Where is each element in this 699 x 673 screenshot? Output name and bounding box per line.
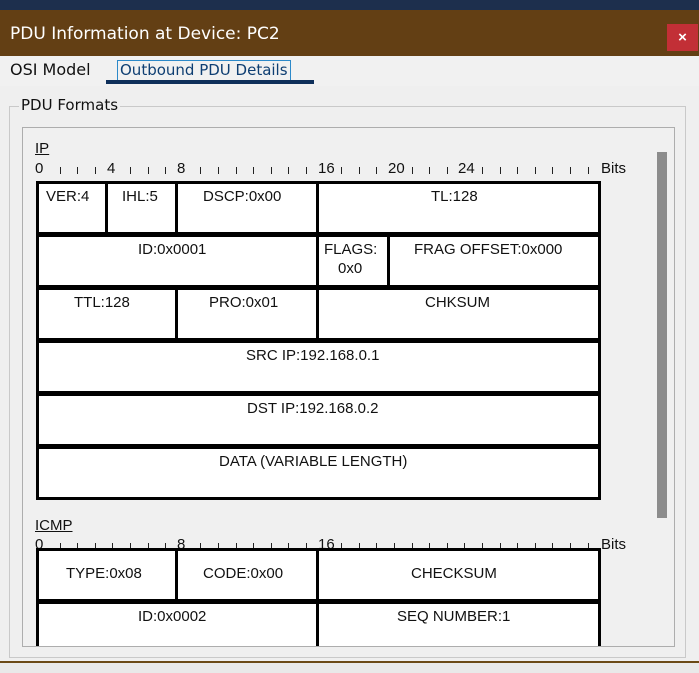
icmp-code-text: CODE:0x00: [203, 565, 284, 582]
ip-chksum-field: CHKSUM: [316, 287, 601, 341]
tab-outbound-pdu-details[interactable]: Outbound PDU Details: [117, 60, 291, 81]
ruler-tick: [447, 167, 448, 174]
pdu-formats-viewport: IP 0 4 8 16 20 24 Bits VER:4 IHL:5 DSCP:…: [22, 127, 675, 647]
ip-dscp-field: DSCP:0x00: [175, 181, 319, 235]
ip-section-title: IP: [35, 140, 50, 157]
ip-frag-offset-text: FRAG OFFSET:0x000: [414, 241, 563, 258]
ruler-tick: [429, 167, 430, 174]
ip-ttl-text: TTL:128: [74, 294, 130, 311]
pdu-formats-label: PDU Formats: [19, 96, 121, 114]
ip-frag-offset-field: FRAG OFFSET:0x000: [387, 234, 601, 288]
ruler-tick: [341, 167, 342, 174]
icmp-id-text: ID:0x0002: [138, 608, 207, 625]
icmp-seq-field: SEQ NUMBER:1: [316, 601, 601, 646]
ruler-tick: [288, 167, 289, 174]
ip-dst-text: DST IP:192.168.0.2: [247, 400, 379, 417]
ip-id-text: ID:0x0001: [138, 241, 207, 258]
ruler-tick: [552, 167, 553, 174]
ruler-tick: [60, 167, 61, 174]
ip-flags-value: 0x0: [338, 260, 363, 277]
icmp-section-title: ICMP: [35, 517, 73, 534]
ip-data-field: DATA (VARIABLE LENGTH): [36, 446, 601, 500]
icmp-type-field: TYPE:0x08: [36, 548, 178, 602]
ruler-tick: [271, 167, 272, 174]
ip-ttl-field: TTL:128: [36, 287, 178, 341]
icmp-checksum-field: CHECKSUM: [316, 548, 601, 602]
ip-ihl-text: IHL:5: [122, 188, 158, 205]
ip-ver-text: VER:4: [46, 188, 90, 205]
scrollbar-thumb[interactable]: [657, 152, 667, 518]
ruler-tick: [500, 167, 501, 174]
icmp-seq-text: SEQ NUMBER:1: [397, 608, 511, 625]
ip-ruler-label: 20: [388, 160, 405, 177]
ruler-tick: [148, 167, 149, 174]
ruler-tick: [165, 167, 166, 174]
close-button[interactable]: ×: [667, 24, 698, 51]
ip-ruler-label: 8: [177, 160, 186, 177]
ruler-tick: [517, 167, 518, 174]
ruler-tick: [95, 167, 96, 174]
desktop-strip: [0, 0, 699, 10]
active-tab-indicator: [106, 80, 314, 84]
ip-tl-field: TL:128: [316, 181, 601, 235]
icmp-checksum-text: CHECKSUM: [411, 565, 497, 582]
ruler-tick: [253, 167, 254, 174]
ip-ruler-label: 24: [458, 160, 475, 177]
ruler-tick: [200, 167, 201, 174]
ruler-tick: [236, 167, 237, 174]
ruler-tick: [588, 167, 589, 174]
ip-ruler-label: 0: [35, 160, 44, 177]
ip-ver-field: VER:4: [36, 181, 108, 235]
ip-pro-field: PRO:0x01: [175, 287, 319, 341]
icmp-code-field: CODE:0x00: [175, 548, 319, 602]
ip-dscp-text: DSCP:0x00: [203, 188, 282, 205]
ip-flags-text: FLAGS:: [324, 241, 378, 258]
icmp-bits-label: Bits: [601, 536, 627, 553]
ip-chksum-text: CHKSUM: [425, 294, 491, 311]
ip-tl-text: TL:128: [431, 188, 478, 205]
tab-osi-model[interactable]: OSI Model: [10, 60, 91, 79]
ruler-tick: [359, 167, 360, 174]
ruler-tick: [482, 167, 483, 174]
ip-data-text: DATA (VARIABLE LENGTH): [219, 453, 408, 470]
ruler-tick: [218, 167, 219, 174]
window-title: PDU Information at Device: PC2: [10, 24, 280, 44]
pdu-info-window: PDU Information at Device: PC2 × OSI Mod…: [0, 10, 699, 663]
ip-pro-text: PRO:0x01: [209, 294, 279, 311]
ip-dst-field: DST IP:192.168.0.2: [36, 393, 601, 447]
ruler-tick: [376, 167, 377, 174]
ruler-tick: [570, 167, 571, 174]
ruler-tick: [130, 167, 131, 174]
ip-src-text: SRC IP:192.168.0.1: [246, 347, 380, 364]
ip-src-field: SRC IP:192.168.0.1: [36, 340, 601, 394]
ip-ruler-label: 16: [318, 160, 335, 177]
ruler-tick: [535, 167, 536, 174]
icmp-type-text: TYPE:0x08: [66, 565, 142, 582]
ip-flags-field: FLAGS: 0x0: [316, 234, 390, 288]
title-bar: PDU Information at Device: PC2 ×: [0, 10, 699, 56]
icmp-id-field: ID:0x0002: [36, 601, 319, 646]
ip-ruler-label: 4: [107, 160, 116, 177]
ruler-tick: [412, 167, 413, 174]
ruler-tick: [77, 167, 78, 174]
ruler-tick: [306, 167, 307, 174]
ip-id-field: ID:0x0001: [36, 234, 319, 288]
ip-ihl-field: IHL:5: [105, 181, 178, 235]
tab-bar: OSI Model Outbound PDU Details: [0, 56, 699, 86]
ip-bits-label: Bits: [601, 160, 627, 177]
